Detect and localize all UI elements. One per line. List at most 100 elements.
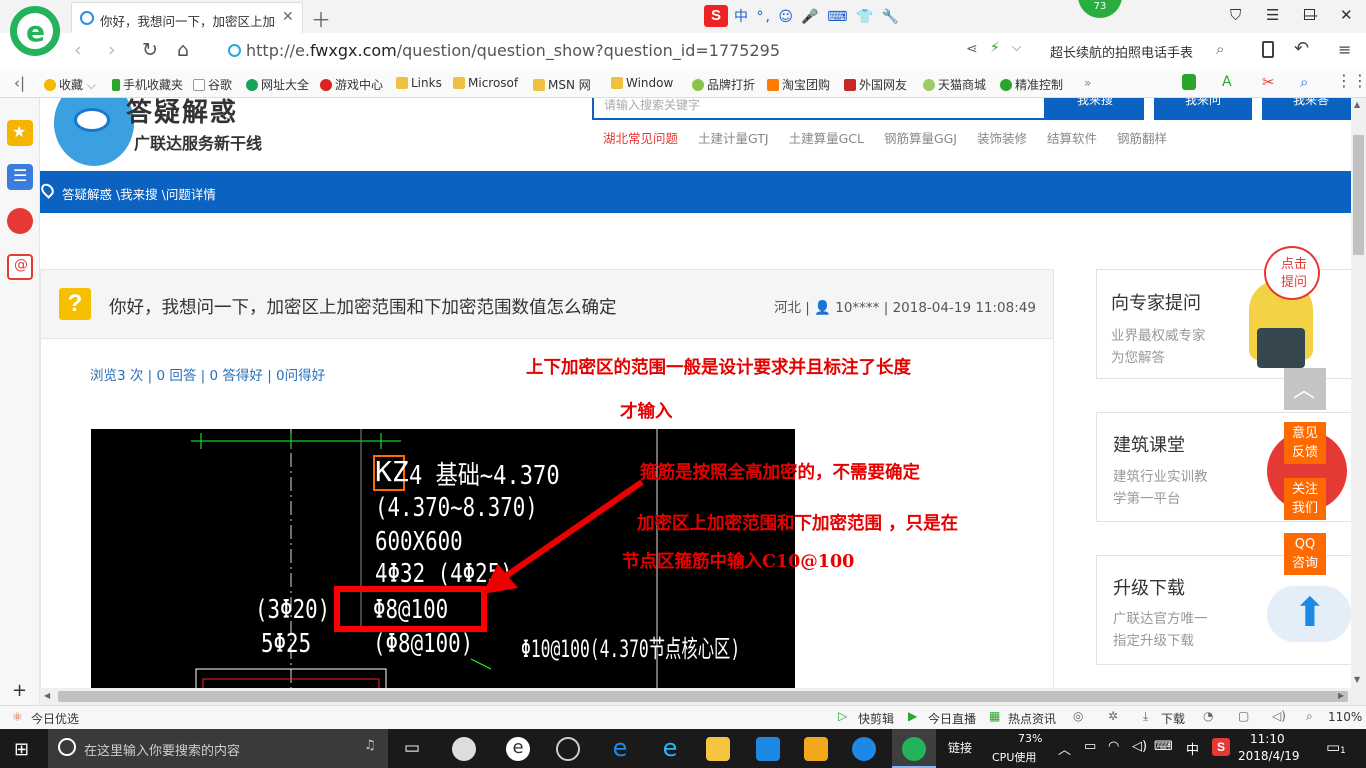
sidebar-toggle-icon[interactable]: ‹| [14, 74, 25, 92]
status-item[interactable]: 热点资讯 [1008, 710, 1056, 727]
bookmark-item[interactable]: 天猫商城 [923, 76, 986, 93]
home-icon[interactable]: ⌂ [177, 39, 189, 61]
bookmark-item[interactable]: Microsof [453, 76, 518, 90]
app-pinwheel-icon[interactable] [452, 737, 476, 761]
settings-icon[interactable]: ✲ [1108, 709, 1118, 723]
bookmark-item[interactable]: 网址大全 [246, 76, 309, 93]
question-user[interactable]: 10**** [835, 300, 879, 316]
reading-list-icon[interactable]: ☰ [7, 164, 33, 190]
task-view-icon[interactable]: ▭ [404, 738, 420, 758]
app-plus-icon[interactable] [756, 737, 780, 761]
windows-start-icon[interactable]: ⊞ [14, 739, 29, 760]
notification-badge[interactable]: 73 [1078, 0, 1122, 18]
shield-icon[interactable] [1182, 74, 1196, 90]
qq-consult-button[interactable]: QQ咨询 [1284, 533, 1326, 575]
ime-indicator[interactable]: 中 [1186, 739, 1199, 758]
share-icon[interactable]: ⋖ [966, 41, 978, 57]
speed-icon[interactable]: ⚡ [990, 40, 1000, 56]
hot-link[interactable]: 装饰装修 [977, 131, 1027, 146]
action-center-icon[interactable]: ▭ [1326, 738, 1340, 756]
bookmark-item[interactable]: Window [611, 76, 673, 90]
keyboard-icon[interactable]: ⌨ [1154, 739, 1173, 754]
bookmark-item[interactable]: 淘宝团购 [767, 76, 830, 93]
sogou-tray-icon[interactable]: S [1212, 738, 1230, 756]
browser-search-input[interactable]: 超长续航的拍照电话手表 [1050, 42, 1193, 61]
scroll-up-icon[interactable]: ▲ [1354, 100, 1360, 109]
notes-icon[interactable] [804, 737, 828, 761]
edge-icon[interactable]: e [608, 736, 632, 761]
search-icon[interactable]: ⌕ [1216, 40, 1224, 58]
chevron-down-icon[interactable]: ⌵ [1012, 40, 1021, 55]
scroll-left-icon[interactable]: ◀ [44, 691, 50, 700]
status-item[interactable]: 今日直播 [928, 710, 976, 727]
bookmark-item[interactable]: 游戏中心 [320, 76, 383, 93]
vertical-scroll-thumb[interactable] [1353, 135, 1364, 255]
clock-date[interactable]: 2018/4/19 [1238, 749, 1300, 763]
hot-link[interactable]: 钢筋算量GGJ [884, 131, 957, 146]
microphone-icon[interactable]: ♫ [364, 738, 376, 753]
close-window-icon[interactable]: ✕ [1340, 6, 1353, 24]
glodon-app-icon[interactable] [852, 737, 876, 761]
download-icon[interactable]: ⤓ [1143, 709, 1148, 724]
horizontal-scroll-thumb[interactable] [58, 691, 1348, 702]
scroll-right-icon[interactable]: ▶ [1338, 691, 1344, 700]
back-icon[interactable]: ‹ [74, 39, 82, 61]
wifi-icon[interactable]: ◠ [1108, 739, 1119, 754]
back-to-top-button[interactable]: ︿ [1284, 368, 1326, 410]
question-stats[interactable]: 浏览3 次 | 0 回答 | 0 答得好 | 0问得好 [90, 364, 325, 384]
file-explorer-icon[interactable] [706, 737, 730, 761]
links-toolbar[interactable]: 链接 [948, 739, 972, 756]
refresh-icon[interactable]: ↻ [142, 39, 158, 61]
favorites-star-icon[interactable]: ★ [7, 120, 33, 146]
ie-e-icon[interactable]: e [506, 737, 530, 761]
hot-link[interactable]: 土建算量GCL [789, 131, 864, 146]
breadcrumb[interactable]: 答疑解惑 \我来搜 \问题详情 [62, 184, 216, 203]
bookmark-item[interactable]: 精准控制 [1000, 76, 1063, 93]
new-tab-icon[interactable]: ＋ [311, 4, 331, 33]
close-tab-icon[interactable]: ✕ [282, 9, 294, 25]
more-menu-icon[interactable]: ≡ [1338, 40, 1351, 59]
site-search-input[interactable]: 请输入搜索关键字 [592, 98, 1046, 120]
hot-link[interactable]: 结算软件 [1047, 131, 1097, 146]
answer-button[interactable]: 我来答 [1262, 98, 1351, 120]
feedback-button[interactable]: 意见反馈 [1284, 422, 1326, 464]
browser-tab[interactable]: 你好，我想问一下，加密区上加密 ✕ [71, 2, 303, 33]
mail-icon[interactable]: @ [7, 254, 33, 280]
battery-icon[interactable]: ▭ [1084, 739, 1096, 754]
bookmark-item[interactable]: 品牌打折 [692, 76, 755, 93]
download-label[interactable]: 下载 [1161, 710, 1185, 727]
volume-icon[interactable]: ◁) [1272, 709, 1286, 723]
phone-icon[interactable] [1262, 41, 1274, 58]
search-button[interactable]: 我来搜 [1046, 98, 1144, 120]
site-security-icon[interactable] [228, 44, 241, 57]
clock-time[interactable]: 11:10 [1250, 732, 1285, 746]
grid-icon[interactable]: ⋮⋮ [1336, 71, 1366, 90]
ask-button[interactable]: 我来问 [1154, 98, 1252, 120]
active-browser-task[interactable] [892, 729, 936, 768]
bookmark-item[interactable]: 外国网友 [844, 76, 907, 93]
skin-icon[interactable]: ⛉ [1230, 6, 1241, 24]
bookmark-item[interactable]: Links [396, 76, 442, 90]
bookmark-item[interactable]: 收藏 ⌵ [44, 76, 96, 93]
scroll-down-icon[interactable]: ▼ [1354, 675, 1360, 684]
ie-icon[interactable]: e [658, 736, 682, 761]
forward-icon[interactable]: › [108, 39, 116, 61]
weibo-icon[interactable] [7, 208, 33, 234]
status-item[interactable]: 快剪辑 [858, 710, 894, 727]
menu-icon[interactable]: ☰ [1266, 6, 1279, 24]
bookmark-item[interactable]: 手机收藏夹 [112, 76, 183, 93]
hot-link[interactable]: 土建计量GTJ [698, 131, 769, 146]
zoom-level[interactable]: 110% [1328, 710, 1362, 724]
bookmarks-more[interactable]: » [1084, 76, 1091, 90]
ime-chinese-mode[interactable]: 中 [734, 9, 750, 25]
bookmark-item[interactable]: MSN 网 [533, 76, 591, 93]
browser-logo-icon[interactable]: e [10, 6, 60, 56]
maximize-icon[interactable] [1304, 9, 1315, 20]
scissors-icon[interactable]: ✂ [1262, 73, 1275, 91]
search-icon[interactable]: ⌕ [1300, 73, 1308, 91]
sogou-ime-icon[interactable]: S [704, 5, 728, 27]
follow-us-button[interactable]: 关注我们 [1284, 478, 1326, 520]
taskbar-search-input[interactable]: 在这里输入你要搜索的内容 ♫ [48, 729, 388, 768]
bookmark-item[interactable]: 谷歌 [193, 76, 232, 93]
window-icon[interactable]: ▢ [1238, 709, 1249, 723]
